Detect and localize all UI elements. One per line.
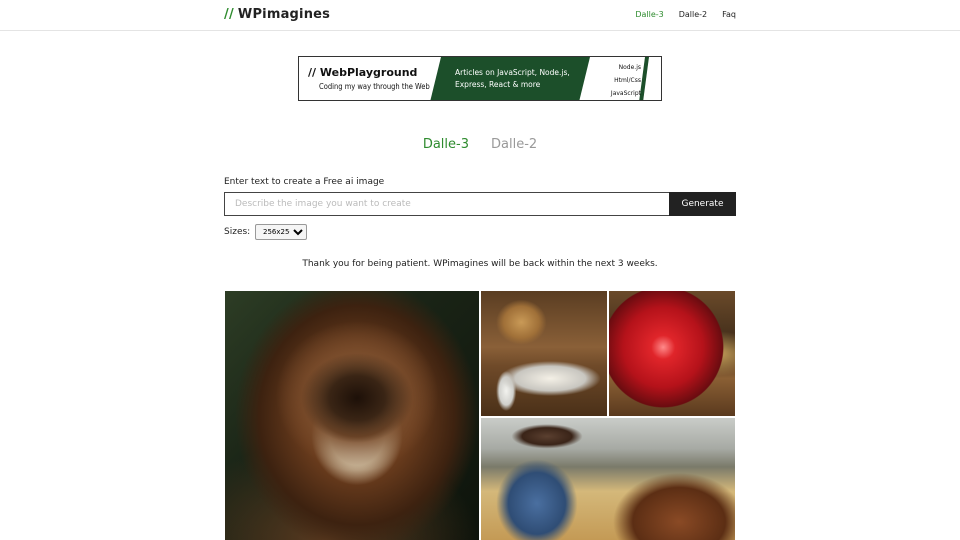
banner-subtitle: Coding my way through the Web (319, 82, 430, 91)
banner-tag: JavaScript (610, 90, 641, 97)
site-logo[interactable]: //WPimagines (224, 7, 330, 22)
maintenance-notice: Thank you for being patient. WPimagines … (302, 259, 658, 269)
site-header: //WPimagines Dalle-3 Dalle-2 Faq (0, 0, 960, 31)
sizes-label: Sizes: (224, 227, 251, 237)
logo-text: WPimagines (237, 7, 331, 22)
tab-dalle-3[interactable]: Dalle-3 (423, 137, 469, 152)
banner-tag: Html/Css (614, 77, 641, 84)
model-tabs: Dalle-3 Dalle-2 (0, 137, 960, 152)
logo-slashes: // (224, 7, 234, 22)
banner-description: Articles on JavaScript, Node.js, Express… (455, 68, 570, 89)
nav-link-faq[interactable]: Faq (722, 10, 736, 19)
webplayground-ad-banner[interactable]: // WebPlayground Coding my way through t… (298, 56, 662, 101)
tab-dalle-2[interactable]: Dalle-2 (491, 137, 537, 152)
top-nav: Dalle-3 Dalle-2 Faq (635, 10, 736, 19)
prompt-label: Enter text to create a Free ai image (224, 177, 385, 187)
banner-brand: // WebPlayground Coding my way through t… (308, 66, 430, 91)
generate-button[interactable]: Generate (669, 192, 736, 216)
size-select[interactable]: 256x256 (255, 224, 307, 240)
banner-title: // WebPlayground (308, 66, 418, 79)
nav-link-dalle-2[interactable]: Dalle-2 (679, 10, 707, 19)
lion-image[interactable] (225, 291, 479, 540)
banner-tags: Node.js Html/Css JavaScript (611, 61, 641, 100)
apple-image[interactable] (609, 291, 735, 416)
prompt-input[interactable] (224, 192, 670, 216)
nav-link-dalle-3[interactable]: Dalle-3 (635, 10, 663, 19)
cowboy-image[interactable] (481, 418, 735, 540)
banner-tag: Node.js (618, 64, 641, 71)
cheetah-image[interactable] (481, 291, 607, 416)
